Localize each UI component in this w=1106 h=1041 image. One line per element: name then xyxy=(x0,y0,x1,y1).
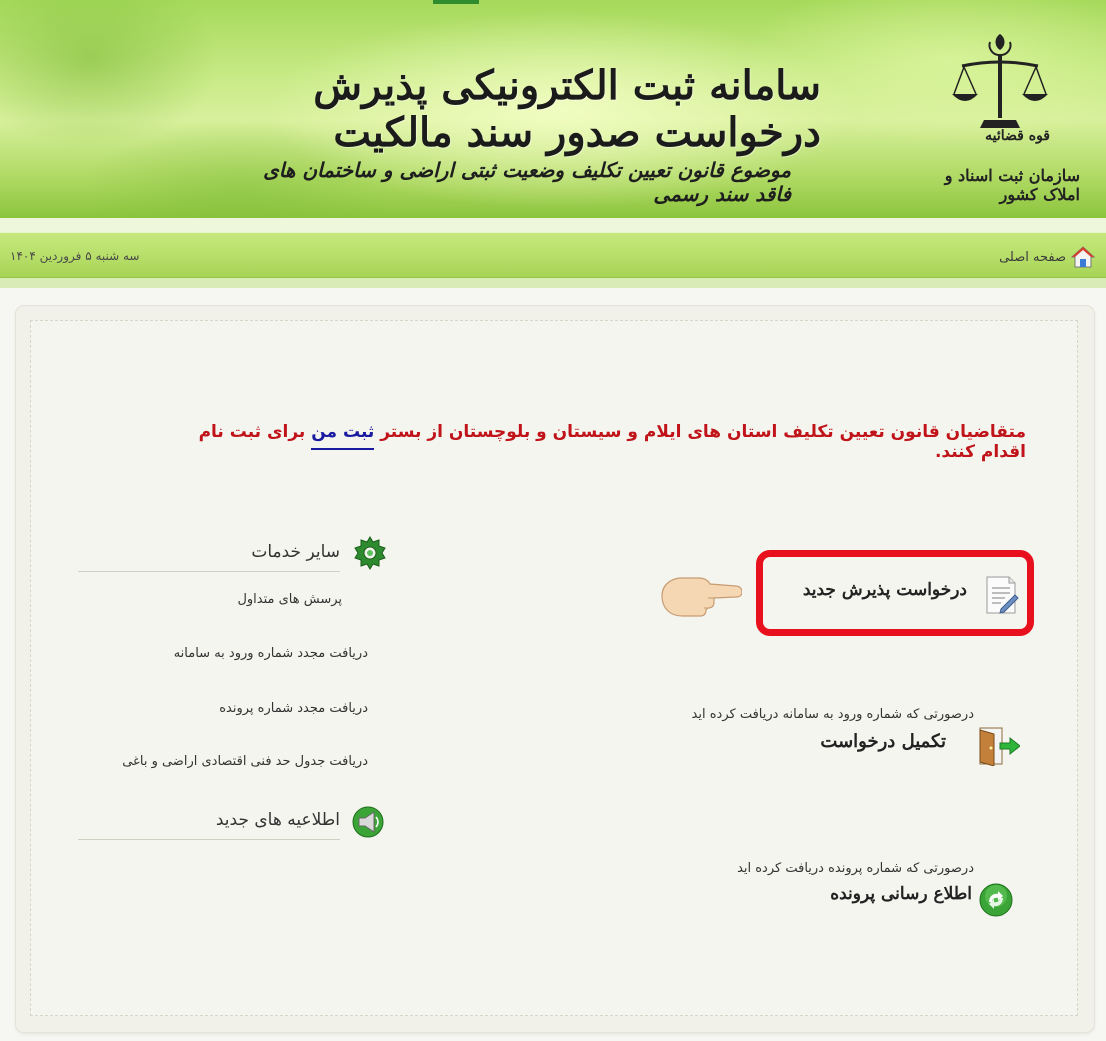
new-request-button[interactable]: درخواست پذیرش جدید xyxy=(756,550,1034,636)
resend-file-number-link[interactable]: دریافت مجدد شماره پرونده xyxy=(219,701,368,716)
header-banner: سامانه ثبت الکترونیکی پذیرش درخواست صدور… xyxy=(0,0,1106,218)
sabt-man-link[interactable]: ثبت من xyxy=(311,422,375,450)
new-request-label: درخواست پذیرش جدید xyxy=(802,580,967,600)
other-services-header: سایر خدمات xyxy=(78,538,340,572)
judiciary-emblem-icon xyxy=(952,34,1048,128)
home-link-label: صفحه اصلی xyxy=(999,249,1066,265)
site-subtitle: موضوع قانون تعیین تکلیف وضعیت ثبتی اراضی… xyxy=(263,158,791,206)
nav-bar: صفحه اصلی سه شنبه ۵ فروردین ۱۴۰۴ xyxy=(0,232,1106,278)
land-valuation-table-link[interactable]: دریافت جدول حد فنی اقتصادی اراضی و باغی xyxy=(122,754,368,769)
current-date: سه شنبه ۵ فروردین ۱۴۰۴ xyxy=(10,249,140,263)
banner-top-accent xyxy=(433,0,479,4)
file-inform-hint: درصورتی که شماره پرونده دریافت کرده اید xyxy=(737,861,974,876)
org-name-judiciary: قوه قضائیه xyxy=(985,128,1050,144)
org-name-registry: سازمان ثبت اسناد و املاک کشور xyxy=(944,166,1080,204)
site-title: سامانه ثبت الکترونیکی پذیرش درخواست صدور… xyxy=(313,62,822,156)
pointing-hand-icon xyxy=(661,577,742,617)
news-header: اطلاعیه های جدید xyxy=(78,806,340,840)
gear-services-icon xyxy=(354,536,386,570)
notice-text-before: متقاضیان قانون تعیین تکلیف استان های ایل… xyxy=(374,422,1026,442)
resend-login-number-link[interactable]: دریافت مجدد شماره ورود به سامانه xyxy=(174,646,368,661)
home-link[interactable]: صفحه اصلی xyxy=(999,245,1096,269)
document-edit-icon xyxy=(986,576,1019,614)
file-inform-link[interactable]: اطلاع رسانی پرونده xyxy=(830,884,972,904)
header-separator xyxy=(0,218,1106,232)
announcement-notice: متقاضیان قانون تعیین تکلیف استان های ایل… xyxy=(166,422,1026,462)
megaphone-icon xyxy=(352,806,384,838)
door-enter-icon[interactable] xyxy=(976,726,1020,766)
home-icon xyxy=(1070,246,1096,268)
other-services-title: سایر خدمات xyxy=(251,542,340,562)
news-title: اطلاعیه های جدید xyxy=(215,810,340,830)
faq-link[interactable]: پرسش های متداول xyxy=(237,592,342,607)
nav-bottom-band xyxy=(0,278,1106,288)
complete-request-hint: درصورتی که شماره ورود به سامانه دریافت ک… xyxy=(691,707,974,722)
complete-request-link[interactable]: تکمیل درخواست xyxy=(820,731,946,752)
refresh-info-icon[interactable] xyxy=(978,882,1014,918)
